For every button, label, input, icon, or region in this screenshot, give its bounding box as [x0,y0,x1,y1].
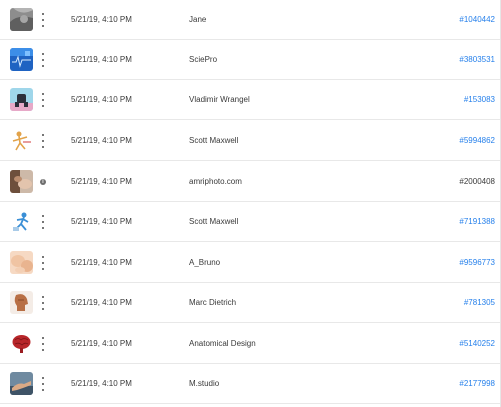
contributor: Scott Maxwell [189,217,239,226]
more-options-icon[interactable] [40,134,46,148]
anatomy-head-thumbnail[interactable] [10,291,33,314]
asset-id-link[interactable]: #1040442 [459,15,495,24]
contributor: Marc Dietrich [189,298,237,307]
more-options-icon[interactable] [40,256,46,270]
gray-abstract-thumbnail[interactable] [10,8,33,31]
blue-medical-scan-thumbnail[interactable] [10,48,33,71]
contributor: M.studio [189,379,220,388]
date: 5/21/19, 4:10 PM [71,379,132,388]
skin-closeup-thumbnail[interactable] [10,251,33,274]
asset-id-link[interactable]: #3803531 [459,55,495,64]
list-item[interactable]: 5/21/19, 4:10 PM SciePro #3803531 [0,40,500,80]
contributor: Anatomical Design [189,339,256,348]
more-options-icon[interactable] [40,337,46,351]
hand-photo-thumbnail[interactable] [10,372,33,395]
contributor: Vladimir Wrangel [189,95,250,104]
more-options-icon[interactable] [40,296,46,310]
massage-photo-thumbnail[interactable] [10,170,33,193]
date: 5/21/19, 4:10 PM [71,258,132,267]
list-item[interactable]: 5/21/19, 4:10 PM Scott Maxwell #5994862 [0,121,500,161]
list-item[interactable]: 5/21/19, 4:10 PM Jane #1040442 [0,0,500,40]
contributor: Jane [189,15,207,24]
list-item[interactable]: 5/21/19, 4:10 PM Anatomical Design #5140… [0,324,500,364]
info-icon[interactable]: i [40,179,46,185]
more-options-icon[interactable] [40,53,46,67]
list-item[interactable]: 5/21/19, 4:10 PM Marc Dietrich #781305 [0,283,500,323]
date: 5/21/19, 4:10 PM [71,136,132,145]
asset-id: #2000408 [459,177,495,186]
date: 5/21/19, 4:10 PM [71,55,132,64]
date: 5/21/19, 4:10 PM [71,217,132,226]
list-item[interactable]: 5/21/19, 4:10 PM A_Bruno #9596773 [0,243,500,283]
skeleton-pose-thumbnail[interactable] [10,129,33,152]
blue-figure-thumbnail[interactable] [10,210,33,233]
brain-model-thumbnail[interactable] [10,332,33,355]
date: 5/21/19, 4:10 PM [71,339,132,348]
contributor: A_Bruno [189,258,221,267]
contributor: SciePro [189,55,218,64]
date: 5/21/19, 4:10 PM [71,298,132,307]
list-item[interactable]: 5/21/19, 4:10 PM M.studio #2177998 [0,364,500,404]
contributor: Scott Maxwell [189,136,239,145]
more-options-icon[interactable] [40,93,46,107]
date: 5/21/19, 4:10 PM [71,177,132,186]
asset-id-link[interactable]: #153083 [464,95,495,104]
more-options-icon[interactable] [40,377,46,391]
date: 5/21/19, 4:10 PM [71,15,132,24]
more-options-icon[interactable] [40,13,46,27]
list-item[interactable]: i 5/21/19, 4:10 PM amriphoto.com #200040… [0,162,500,202]
contributor: amriphoto.com [189,177,242,186]
asset-id-link[interactable]: #5140252 [459,339,495,348]
asset-id-link[interactable]: #7191388 [459,217,495,226]
asset-list: 5/21/19, 4:10 PM Jane #1040442 5/21/19, … [0,0,501,407]
asset-id-link[interactable]: #9596773 [459,258,495,267]
list-item[interactable]: 5/21/19, 4:10 PM Scott Maxwell #7191388 [0,202,500,242]
more-options-icon[interactable] [40,215,46,229]
asset-id-link[interactable]: #5994862 [459,136,495,145]
robot-figure-thumbnail[interactable] [10,88,33,111]
list-item[interactable]: 5/21/19, 4:10 PM Vladimir Wrangel #15308… [0,80,500,120]
date: 5/21/19, 4:10 PM [71,95,132,104]
asset-id-link[interactable]: #2177998 [459,379,495,388]
asset-id-link[interactable]: #781305 [464,298,495,307]
